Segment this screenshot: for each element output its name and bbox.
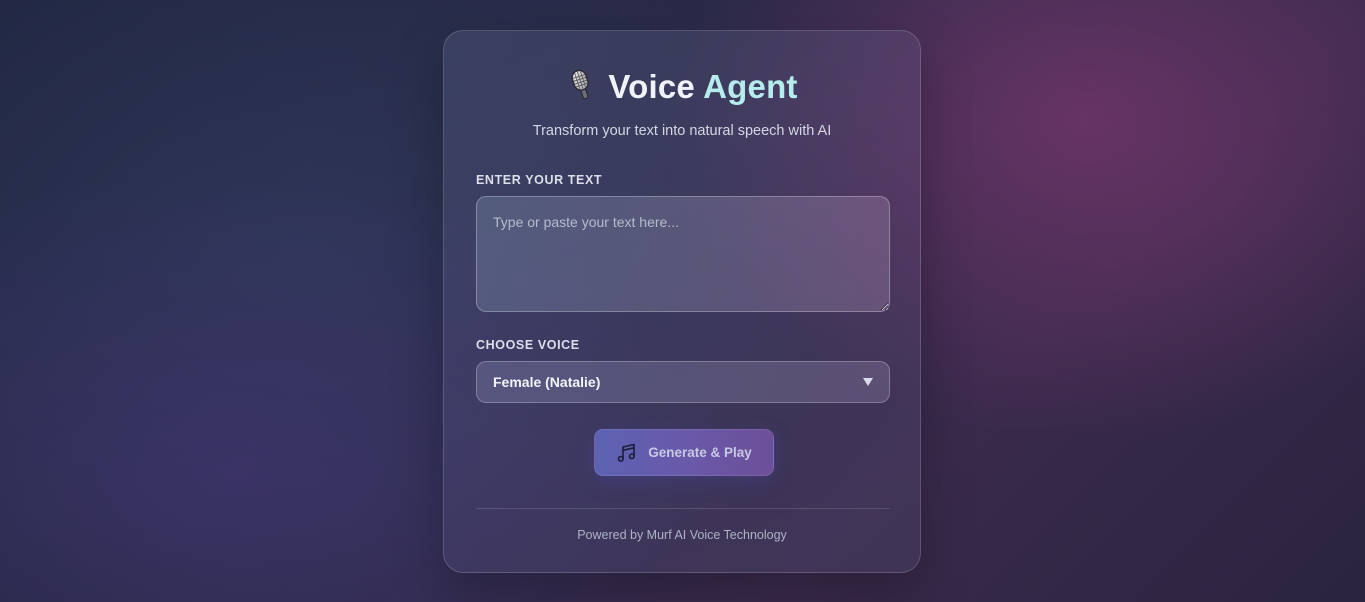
chevron-down-icon — [863, 378, 873, 386]
music-note-icon — [616, 442, 638, 464]
header: Voice Agent — [444, 67, 920, 105]
voice-select[interactable]: Female (Natalie) — [476, 361, 890, 403]
microphone-icon — [566, 67, 598, 105]
voice-select-value: Female (Natalie) — [493, 374, 601, 390]
divider — [476, 508, 890, 509]
voice-agent-card: Voice Agent Transform your text into nat… — [443, 30, 921, 573]
title-word-voice: Voice — [608, 67, 695, 105]
title-word-agent: Agent — [703, 67, 798, 105]
text-input-label: ENTER YOUR TEXT — [476, 173, 603, 187]
page-subtitle: Transform your text into natural speech … — [532, 123, 832, 139]
footer-credit: Powered by Murf AI Voice Technology — [577, 528, 787, 542]
text-input[interactable] — [476, 196, 890, 312]
page-title: Voice Agent — [608, 70, 797, 103]
generate-play-button[interactable]: Generate & Play — [594, 429, 774, 476]
voice-select-label: CHOOSE VOICE — [476, 338, 580, 352]
generate-play-label: Generate & Play — [648, 445, 752, 460]
